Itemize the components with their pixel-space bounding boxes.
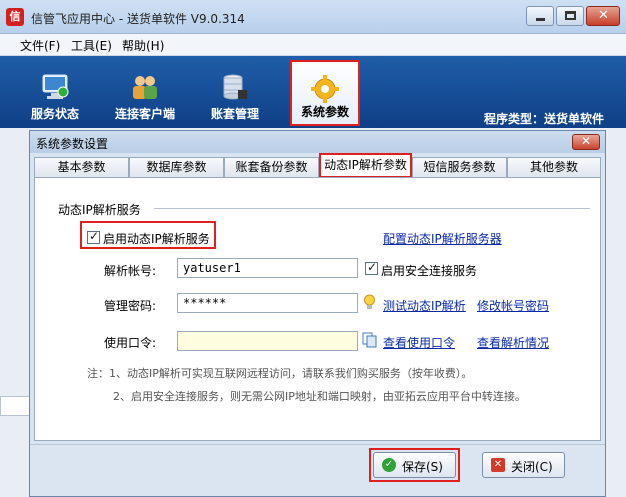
minimize-icon — [536, 18, 545, 21]
check-icon: ✓ — [382, 458, 396, 472]
account-field[interactable]: yatuser1 — [177, 258, 358, 278]
change-password-link[interactable]: 修改帐号密码 — [477, 297, 549, 314]
dialog-title: 系统参数设置 — [36, 137, 109, 151]
toolbar-service-status-button[interactable]: 服务状态 — [22, 60, 88, 126]
save-button[interactable]: ✓ 保存(S) — [373, 452, 456, 478]
copy-document-icon — [362, 332, 377, 348]
maximize-icon — [565, 11, 576, 20]
close-icon: ✕ — [598, 8, 609, 23]
toolbar-system-params-button[interactable]: 系统参数 — [290, 60, 360, 126]
minimize-button[interactable] — [526, 6, 554, 26]
note-line-1: 注：1、动态IP解析可实现互联网远程访问，请联系我们购买服务（按年收费）。 — [87, 367, 473, 380]
background-list-edge — [0, 396, 30, 416]
toolbar-label: 服务状态 — [30, 107, 79, 121]
close-icon: ✕ — [491, 458, 505, 472]
token-label: 使用口令: — [104, 336, 157, 350]
group-title: 动态IP解析服务 — [58, 203, 141, 217]
view-token-link[interactable]: 查看使用口令 — [383, 334, 455, 351]
toolbar-label: 系统参数 — [300, 105, 349, 119]
maximize-button[interactable] — [556, 6, 584, 26]
gear-icon — [311, 75, 339, 103]
menu-help[interactable]: 帮助(H) — [122, 37, 164, 54]
app-logo-icon: 信 — [6, 8, 24, 26]
password-field[interactable]: ****** — [177, 293, 358, 313]
system-params-dialog: 系统参数设置 ✕ 基本参数 数据库参数 账套备份参数 动态IP解析参数 短信服务… — [29, 130, 606, 497]
tab-database[interactable]: 数据库参数 — [129, 157, 224, 177]
group-divider — [154, 208, 590, 209]
toolbar-connect-clients-button[interactable]: 连接客户端 — [106, 60, 184, 126]
password-label: 管理密码: — [104, 299, 157, 313]
checkmark-icon: ✓ — [89, 229, 100, 243]
enable-ddns-label: 启用动态IP解析服务 — [103, 232, 210, 246]
view-parse-status-link[interactable]: 查看解析情况 — [477, 334, 549, 351]
config-ddns-server-link[interactable]: 配置动态IP解析服务器 — [383, 230, 502, 247]
token-field[interactable] — [177, 331, 358, 351]
close-button[interactable]: ✕ 关闭(C) — [482, 452, 565, 478]
dialog-title-bar: 系统参数设置 ✕ — [30, 131, 605, 153]
program-type-label: 程序类型：送货单软件 — [484, 112, 605, 126]
menu-bar: 文件(F) 工具(E) 帮助(H) — [0, 34, 626, 56]
menu-tools[interactable]: 工具(E) — [71, 37, 112, 54]
dialog-close-button[interactable]: ✕ — [572, 134, 600, 150]
checkmark-icon: ✓ — [367, 260, 378, 274]
close-button-label: 关闭(C) — [511, 460, 553, 474]
window-title: 信管飞应用中心 - 送货单软件 V9.0.314 — [31, 12, 245, 26]
lightbulb-icon — [364, 294, 375, 309]
users-icon — [133, 76, 157, 99]
enable-ddns-checkbox[interactable]: ✓ — [87, 229, 100, 244]
menu-file[interactable]: 文件(F) — [20, 37, 60, 54]
monitor-icon — [42, 74, 69, 99]
save-button-label: 保存(S) — [402, 460, 443, 474]
tab-backup[interactable]: 账套备份参数 — [224, 157, 319, 177]
database-icon — [223, 74, 247, 100]
toolbar-account-set-button[interactable]: 账套管理 — [202, 60, 268, 126]
toolbar-label: 账套管理 — [210, 107, 259, 121]
title-bar: 信 信管飞应用中心 - 送货单软件 V9.0.314 ✕ — [0, 0, 626, 34]
note-line-2: 2、启用安全连接服务，则无需公网IP地址和端口映射，由亚拓云应用平台中转连接。 — [113, 390, 526, 403]
account-label: 解析帐号: — [104, 264, 157, 278]
tab-basic[interactable]: 基本参数 — [34, 157, 129, 177]
close-window-button[interactable]: ✕ — [586, 6, 620, 26]
tab-ddns[interactable]: 动态IP解析参数 — [319, 153, 412, 178]
tab-other[interactable]: 其他参数 — [507, 157, 601, 177]
tab-sms[interactable]: 短信服务参数 — [412, 157, 507, 177]
secure-connection-checkbox[interactable]: ✓ — [365, 260, 378, 275]
secure-connection-label: 启用安全连接服务 — [381, 264, 478, 278]
toolbar-label: 连接客户端 — [114, 107, 175, 121]
close-icon: ✕ — [581, 134, 592, 148]
test-ddns-link[interactable]: 测试动态IP解析 — [383, 297, 466, 314]
